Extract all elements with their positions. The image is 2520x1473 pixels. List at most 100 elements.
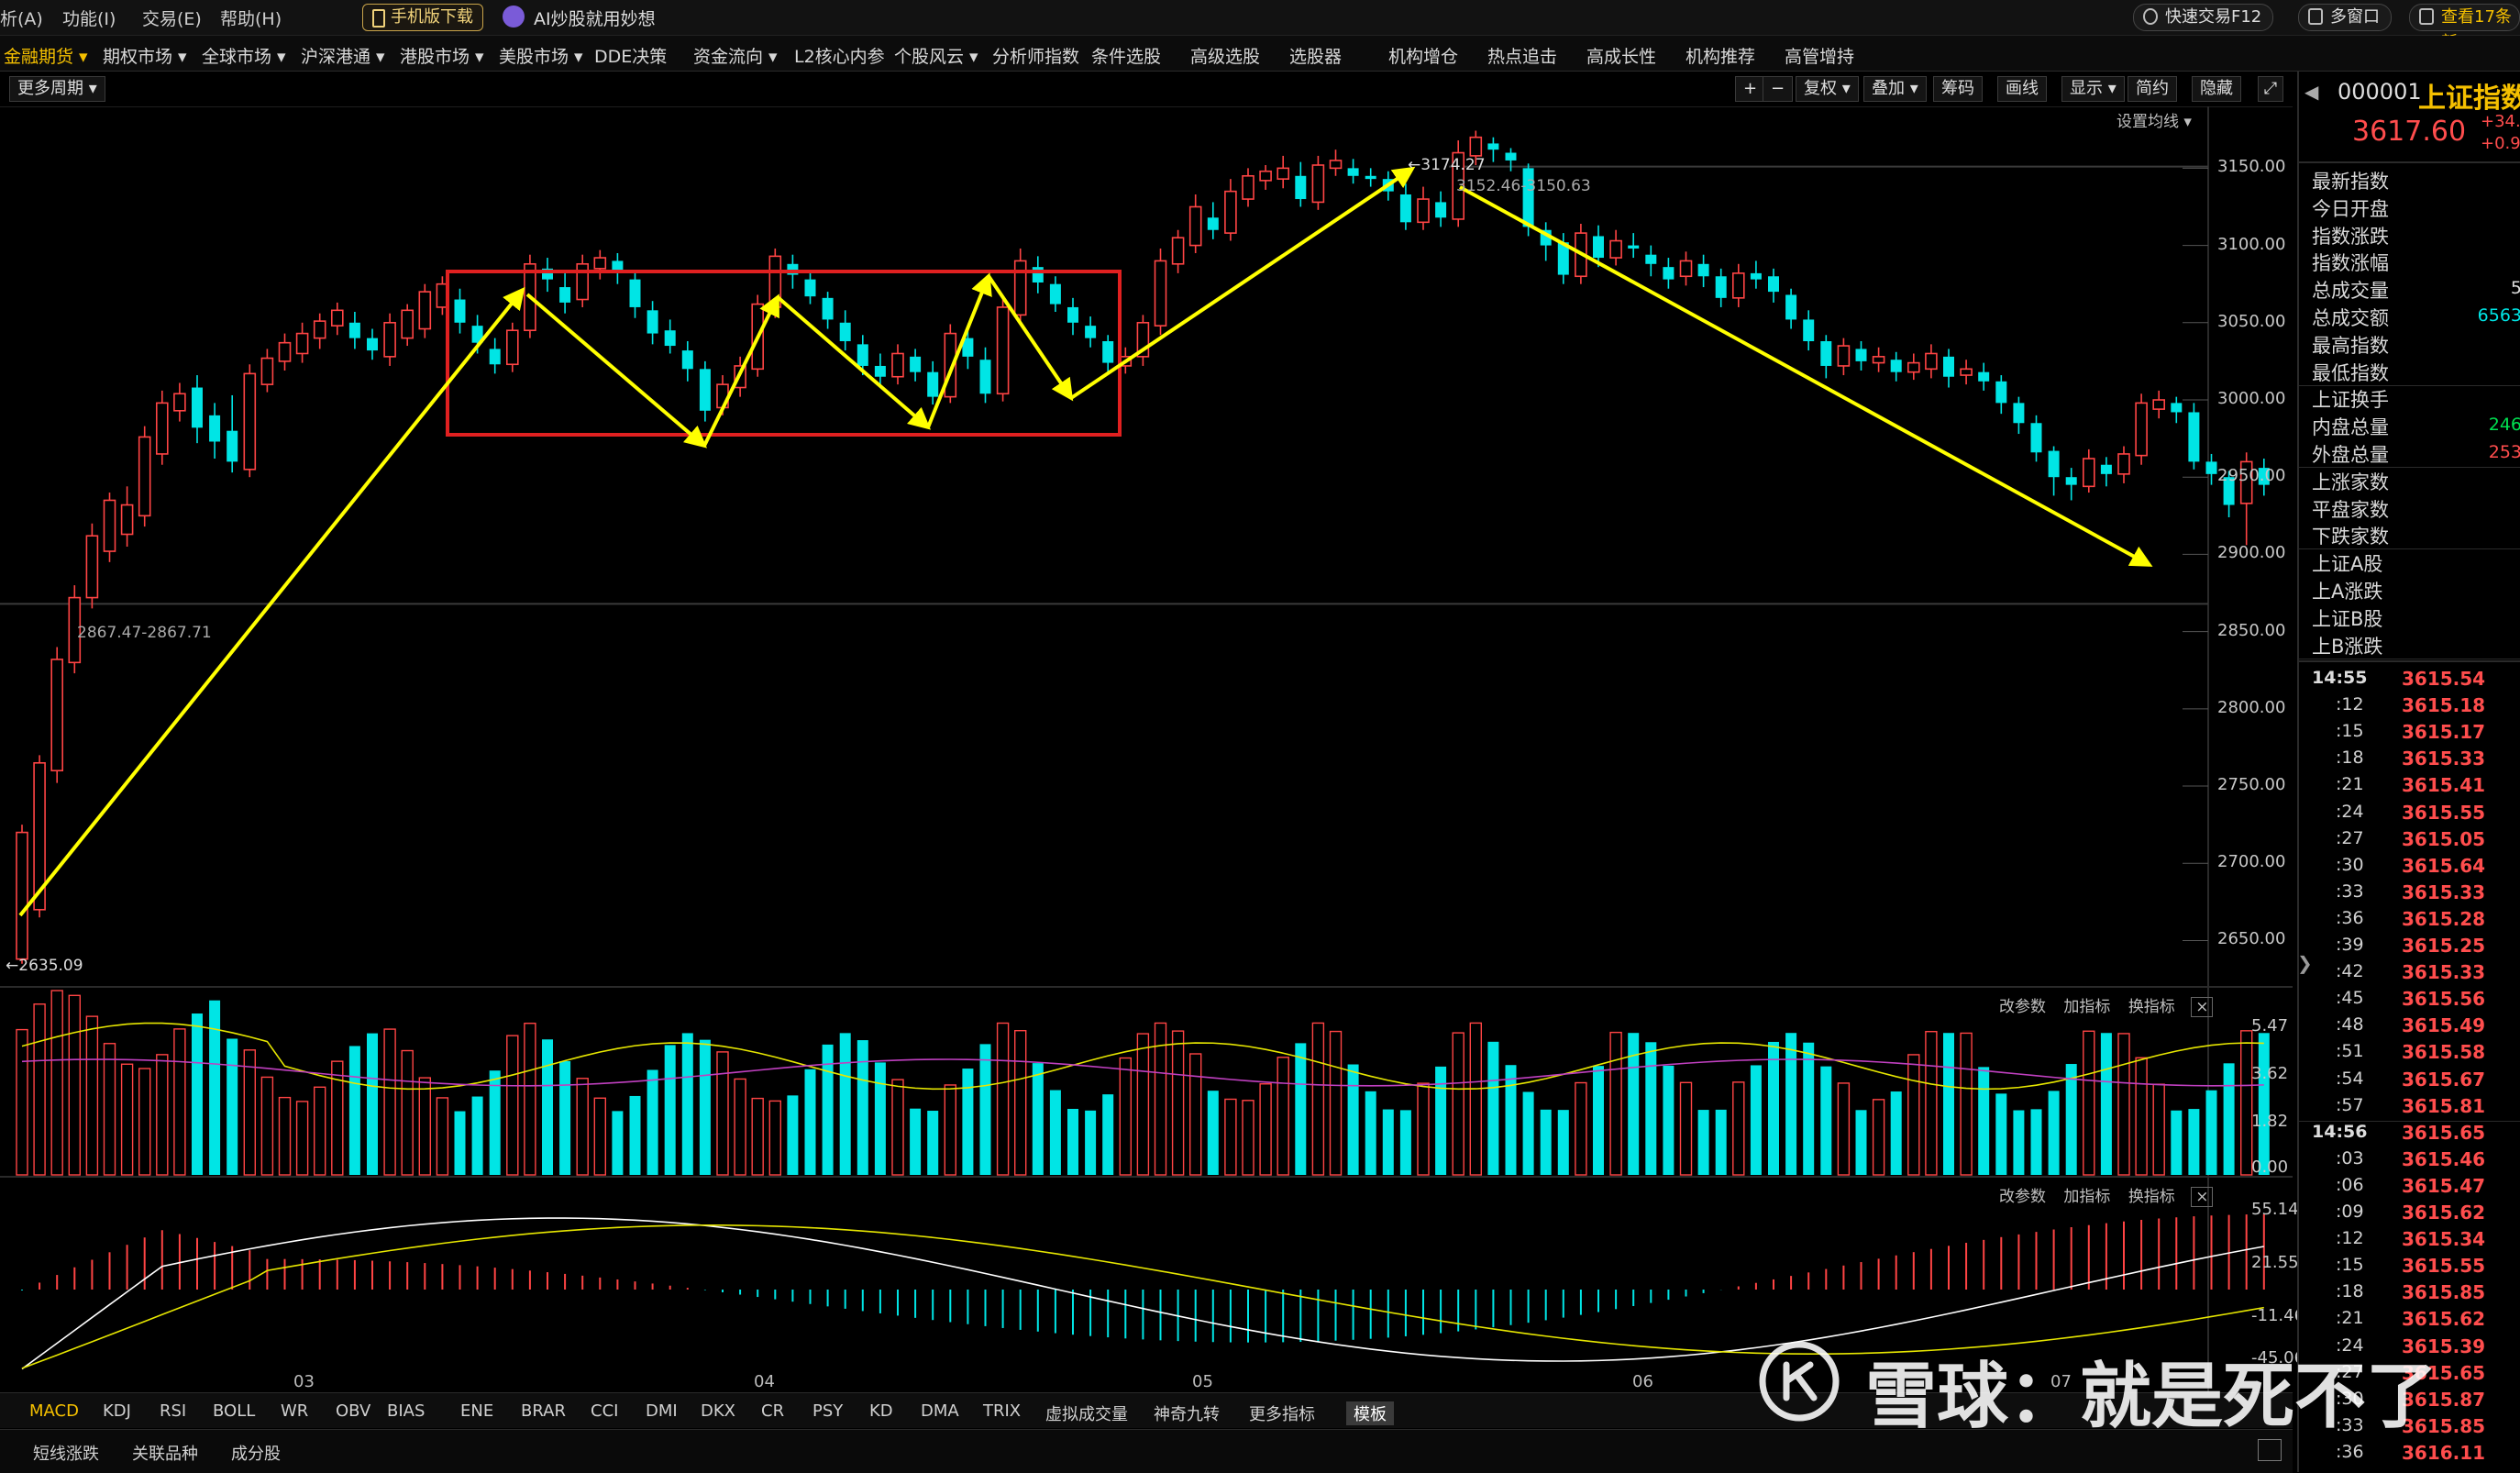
toolbar-btn-7[interactable]: 简约 <box>2128 76 2177 102</box>
tick-time: :24 <box>2336 801 2364 822</box>
ai-promo-link[interactable]: AI炒股就用妙想 <box>503 6 656 30</box>
multi-window-button[interactable]: 多窗口 <box>2298 4 2392 31</box>
nav-item-11[interactable]: 条件选股 <box>1091 43 1161 68</box>
price-axis-label: 2850.00 <box>2217 620 2286 640</box>
indicator-tab-3[interactable]: BOLL <box>213 1401 255 1421</box>
ai-promo-label: AI炒股就用妙想 <box>534 9 656 29</box>
indicator-tab-12[interactable]: CR <box>761 1401 784 1421</box>
macd-add-indicator[interactable]: 加指标 <box>2063 1188 2110 1206</box>
tick-value: 3615.33 <box>2402 961 2486 984</box>
toolbar-btn-3[interactable]: 叠加 ▾ <box>1863 76 1927 102</box>
indicator-tab-13[interactable]: PSY <box>812 1401 843 1421</box>
volume-bar <box>192 1013 203 1175</box>
nav-item-18[interactable]: 高管增持 <box>1785 43 1854 68</box>
menu-help[interactable]: 帮助(H) <box>220 6 282 30</box>
candle-body <box>1663 267 1674 280</box>
macd-switch-indicator[interactable]: 换指标 <box>2128 1188 2175 1206</box>
nav-item-5[interactable]: 美股市场 ▾ <box>499 43 583 68</box>
tab-short-term[interactable]: 短线涨跌 <box>33 1441 99 1465</box>
nav-item-16[interactable]: 高成长性 <box>1586 43 1656 68</box>
nav-item-0[interactable]: 金融期货 ▾ <box>4 43 88 68</box>
nav-item-14[interactable]: 机构增仓 <box>1388 43 1458 68</box>
indicator-tab-20[interactable]: 模板 <box>1346 1401 1394 1425</box>
volume-switch-indicator[interactable]: 换指标 <box>2128 998 2175 1016</box>
volume-add-indicator[interactable]: 加指标 <box>2063 998 2110 1016</box>
nav-item-8[interactable]: L2核心内参 <box>794 43 885 68</box>
indicator-tab-16[interactable]: TRIX <box>983 1401 1021 1421</box>
indicator-tab-15[interactable]: DMA <box>921 1401 959 1421</box>
nav-item-6[interactable]: DDE决策 <box>594 43 667 68</box>
candle-body <box>1049 283 1061 305</box>
nav-item-15[interactable]: 热点追击 <box>1487 43 1557 68</box>
tick-time: :30 <box>2336 854 2364 875</box>
indicator-tab-4[interactable]: WR <box>281 1401 308 1421</box>
candle-body <box>2152 399 2165 410</box>
tick-value: 3615.81 <box>2402 1094 2486 1117</box>
mobile-download-button[interactable]: 手机版下载 <box>362 4 483 31</box>
macd-close-icon[interactable]: × <box>2191 1187 2214 1207</box>
menu-trade[interactable]: 交易(E) <box>142 6 202 30</box>
toolbar-btn-0[interactable]: + <box>1735 76 1766 102</box>
indicator-tab-0[interactable]: MACD <box>29 1401 79 1421</box>
macd-edit-params[interactable]: 改参数 <box>1999 1188 2046 1206</box>
candle-body <box>2065 477 2077 485</box>
price-axis-label: 2650.00 <box>2217 929 2286 949</box>
more-periods-dropdown[interactable]: 更多周期 ▾ <box>9 76 105 102</box>
indicator-tab-2[interactable]: RSI <box>160 1401 186 1421</box>
view-news-button[interactable]: 查看17条新 <box>2409 4 2520 52</box>
tab-related[interactable]: 关联品种 <box>132 1441 198 1465</box>
volume-bar <box>1768 1041 1779 1175</box>
candle-body <box>681 350 693 370</box>
volume-bar <box>2188 1109 2200 1175</box>
quick-trade-button[interactable]: 快速交易F12 <box>2133 4 2274 31</box>
nav-item-7[interactable]: 资金流向 ▾ <box>693 43 778 68</box>
tick-time: :15 <box>2336 1255 2364 1276</box>
ma-settings-button[interactable]: 设置均线 ▾ <box>2117 108 2192 131</box>
volume-bar <box>2048 1091 2060 1175</box>
panel-toggle-icon[interactable] <box>2258 1439 2282 1461</box>
nav-item-17[interactable]: 机构推荐 <box>1686 43 1755 68</box>
toolbar-btn-1[interactable]: − <box>1763 76 1794 102</box>
nav-item-10[interactable]: 分析师指数 <box>992 43 1079 68</box>
volume-bar <box>1785 1033 1797 1175</box>
menu-function[interactable]: 功能(I) <box>62 6 116 30</box>
indicator-tab-9[interactable]: CCI <box>591 1401 618 1421</box>
indicator-tab-11[interactable]: DKX <box>701 1401 735 1421</box>
menu-analysis[interactable]: 析(A) <box>0 6 43 30</box>
toolbar-btn-2[interactable]: 复权 ▾ <box>1796 76 1859 102</box>
toolbar-btn-4[interactable]: 筹码 <box>1933 76 1983 102</box>
trend-arrow <box>702 293 779 447</box>
tick-time: :09 <box>2336 1202 2364 1222</box>
nav-item-2[interactable]: 全球市场 ▾ <box>202 43 286 68</box>
indicator-tab-10[interactable]: DMI <box>646 1401 678 1421</box>
indicator-tab-17[interactable]: 虚拟成交量 <box>1045 1401 1128 1425</box>
nav-item-9[interactable]: 个股风云 ▾ <box>894 43 978 68</box>
toolbar-btn-5[interactable]: 画线 <box>1997 76 2047 102</box>
indicator-tab-6[interactable]: BIAS <box>387 1401 425 1421</box>
indicator-tab-14[interactable]: KD <box>869 1401 893 1421</box>
collapse-arrow-icon[interactable]: ◀ <box>2304 81 2318 103</box>
toolbar-btn-8[interactable]: 隐藏 <box>2192 76 2241 102</box>
indicator-tab-8[interactable]: BRAR <box>521 1401 566 1421</box>
nav-item-12[interactable]: 高级选股 <box>1190 43 1260 68</box>
indicator-tab-18[interactable]: 神奇九转 <box>1154 1401 1220 1425</box>
nav-item-13[interactable]: 选股器 <box>1289 43 1342 68</box>
tick-time: 14:56 <box>2312 1121 2368 1142</box>
trend-arrow <box>776 295 932 430</box>
indicator-tab-1[interactable]: KDJ <box>103 1401 131 1421</box>
indicator-tab-7[interactable]: ENE <box>460 1401 493 1421</box>
candle-body <box>1593 236 1604 259</box>
nav-item-1[interactable]: 期权市场 ▾ <box>103 43 187 68</box>
gap-low-annotation: 2867.47-2867.71 <box>77 624 212 642</box>
nav-item-3[interactable]: 沪深港通 ▾ <box>301 43 385 68</box>
indicator-tab-19[interactable]: 更多指标 <box>1249 1401 1315 1425</box>
indicator-tab-5[interactable]: OBV <box>336 1401 370 1421</box>
tab-components[interactable]: 成分股 <box>231 1441 281 1465</box>
fullscreen-icon[interactable]: ⤢ <box>2258 76 2283 102</box>
candle-body <box>699 369 711 411</box>
volume-close-icon[interactable]: × <box>2191 997 2214 1017</box>
expand-handle-icon[interactable]: ❯ <box>2297 952 2313 974</box>
nav-item-4[interactable]: 港股市场 ▾ <box>400 43 484 68</box>
volume-edit-params[interactable]: 改参数 <box>1999 998 2046 1016</box>
toolbar-btn-6[interactable]: 显示 ▾ <box>2061 76 2125 102</box>
